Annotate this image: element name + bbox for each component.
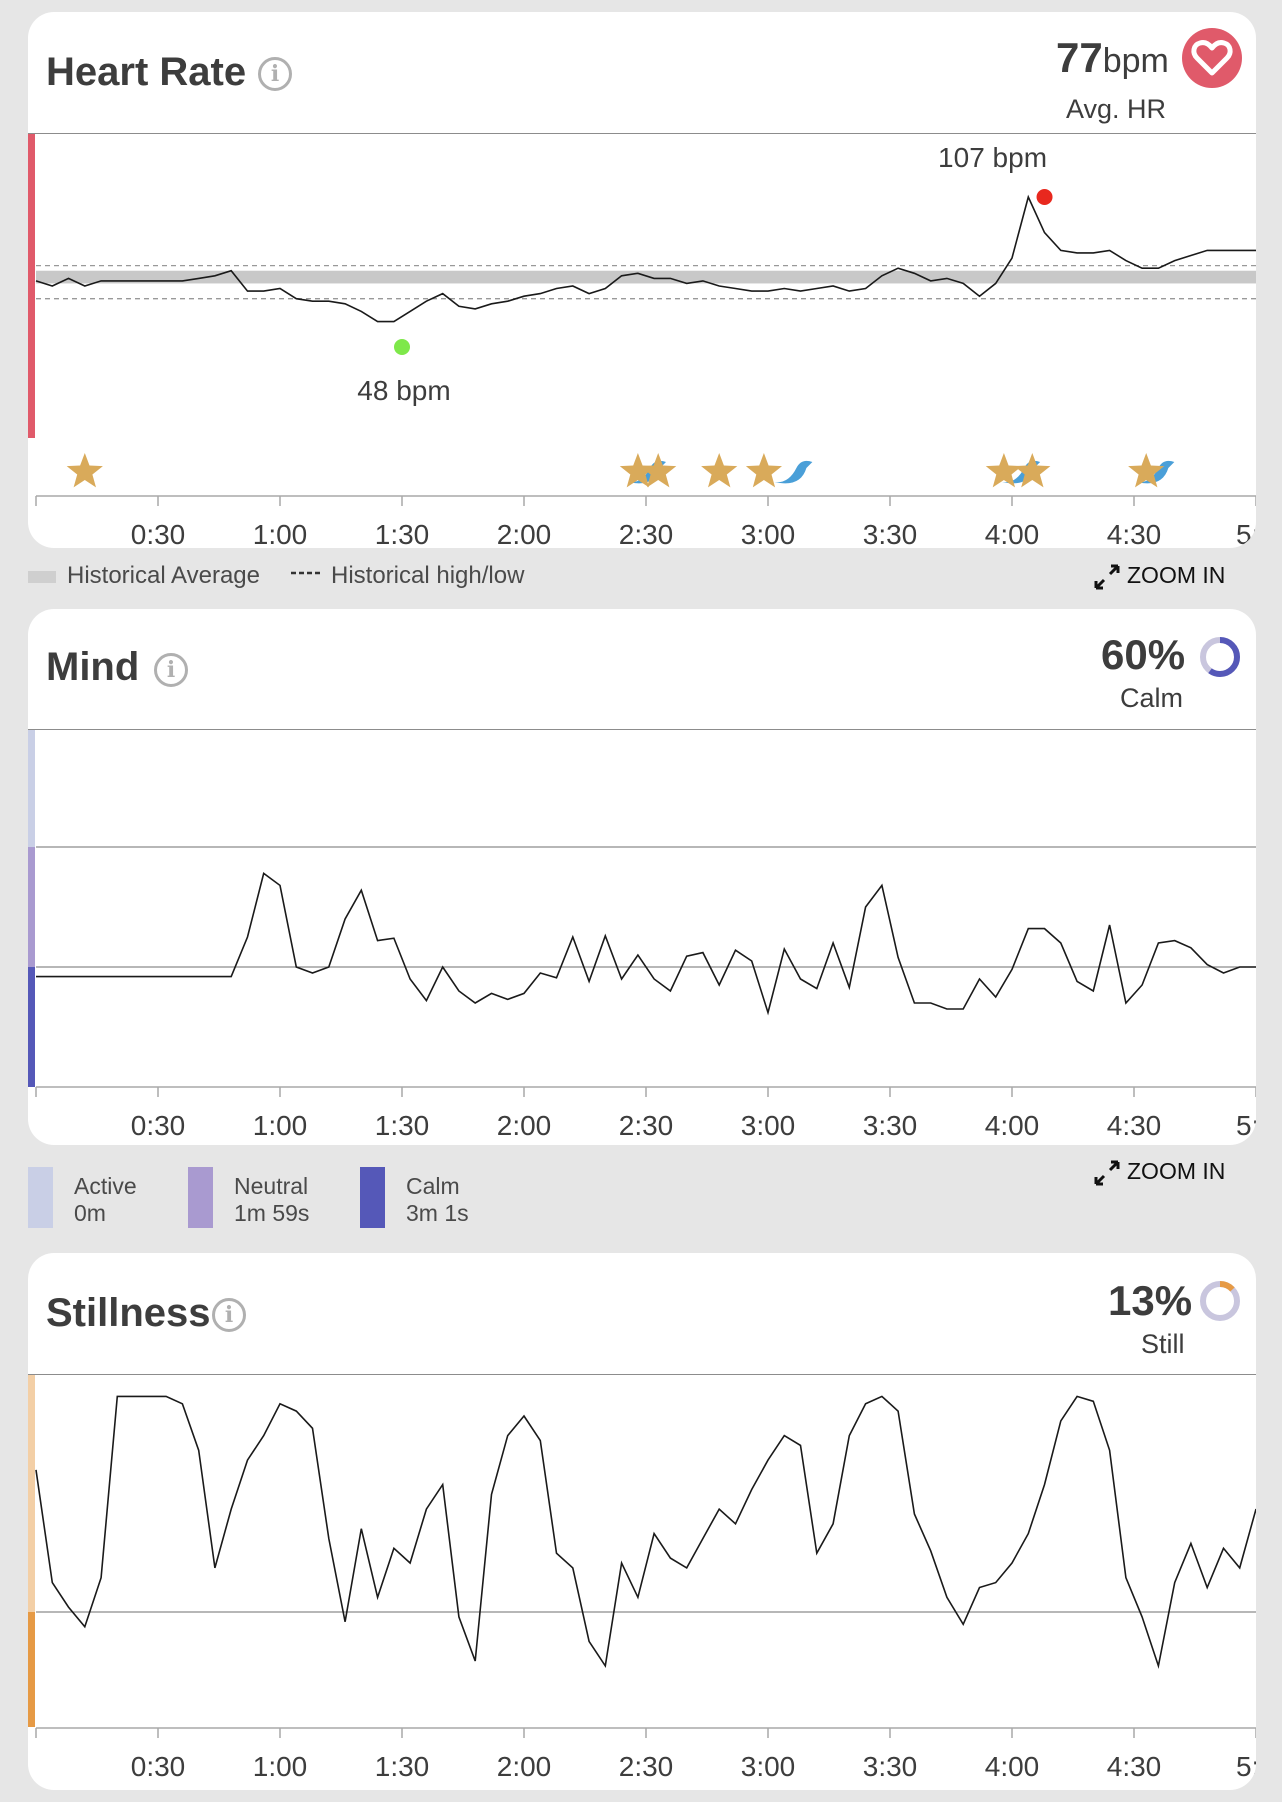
x-tick-label: 0:30 — [131, 1110, 186, 1141]
calm-value: 3m 1s — [406, 1200, 469, 1226]
avg-hr-unit: bpm — [1102, 42, 1169, 80]
zoom-in-button[interactable]: ZOOM IN — [1093, 562, 1225, 591]
expand-icon — [1094, 564, 1120, 590]
x-tick-label: 4:00 — [985, 519, 1040, 548]
neutral-swatch — [188, 1167, 213, 1228]
active-value: 0m — [74, 1200, 106, 1226]
bird-icon — [774, 460, 813, 484]
x-tick-label: 1:30 — [375, 519, 430, 548]
stillness-ring-icon — [1200, 1281, 1240, 1321]
x-tick-label: 2:00 — [497, 1110, 552, 1141]
info-icon[interactable]: i — [258, 57, 292, 91]
x-tick-label: 4:30 — [1107, 519, 1162, 548]
hr-accent-bar — [28, 134, 35, 438]
active-band-bar — [28, 1612, 35, 1727]
mind-title: Mind — [46, 645, 140, 689]
mind-chart: 0:30 1:00 1:30 2:00 2:30 3:00 3:30 4:00 4:30 5:0 — [28, 730, 1256, 1141]
x-tick-label: 0:30 — [131, 519, 186, 548]
avg-hr-number: 77 — [1056, 34, 1103, 81]
x-tick-label: 3:30 — [863, 1110, 918, 1141]
x-tick-label: 1:30 — [375, 1751, 430, 1782]
active-band-bar — [28, 730, 35, 847]
x-tick-label: 1:30 — [375, 1110, 430, 1141]
mind-card: Mind i 60% Calm 0:30 1:00 1:30 2:00 2:30 3:00… — [28, 609, 1256, 1145]
mind-percent: 60% — [1101, 631, 1186, 678]
info-icon[interactable]: i — [154, 653, 188, 687]
x-tick-label: 2:00 — [497, 519, 552, 548]
x-tick-label: 4:30 — [1107, 1751, 1162, 1782]
info-icon[interactable]: i — [212, 1298, 246, 1332]
heart-icon — [1182, 28, 1242, 88]
x-tick-label: 4:30 — [1107, 1110, 1162, 1141]
x-tick-label: 4:00 — [985, 1751, 1040, 1782]
star-icon — [66, 453, 103, 488]
x-tick-label: 3:00 — [741, 1110, 796, 1141]
x-tick-label: 1:00 — [253, 1110, 308, 1141]
zoom-in-button[interactable]: ZOOM IN — [1093, 1158, 1225, 1187]
x-tick-label: 2:00 — [497, 1751, 552, 1782]
historical-average-band — [36, 270, 1256, 284]
active-swatch — [28, 1167, 53, 1228]
historical-high-low-swatch — [291, 571, 321, 575]
stillness-percent: 13% — [1108, 1277, 1193, 1324]
x-tick-label: 0:30 — [131, 1751, 186, 1782]
x-tick-label: 3:00 — [741, 1751, 796, 1782]
expand-icon — [1094, 1160, 1120, 1186]
stillness-card: Stillness i 13% Still 0:30 1:00 1:30 2:00 2:… — [28, 1253, 1256, 1790]
x-tick-label: 2:30 — [619, 519, 674, 548]
heart-rate-line — [35, 194, 1256, 323]
max-hr-marker — [1036, 189, 1053, 205]
stillness-title: Stillness — [46, 1291, 211, 1335]
x-tick-label: 5:0 — [1236, 519, 1256, 548]
stillness-line — [35, 1395, 1256, 1670]
x-tick-label: 5:0 — [1236, 1110, 1256, 1141]
x-tick-label: 3:30 — [863, 1751, 918, 1782]
historical-average-label: Historical Average — [67, 562, 260, 589]
x-tick-label: 1:00 — [253, 1751, 308, 1782]
mind-line — [36, 872, 1256, 1016]
x-tick-label: 2:30 — [619, 1751, 674, 1782]
x-tick-label: 5:0 — [1236, 1751, 1256, 1782]
still-band-bar — [28, 1375, 35, 1612]
calm-band-bar — [28, 967, 35, 1087]
active-legend: Active 0m — [74, 1173, 137, 1227]
neutral-band-bar — [28, 847, 35, 967]
zoom-in-label: ZOOM IN — [1127, 1158, 1226, 1184]
zoom-in-label: ZOOM IN — [1127, 562, 1226, 588]
historical-average-swatch — [28, 571, 56, 583]
x-tick-label: 2:30 — [619, 1110, 674, 1141]
stillness-chart: 0:30 1:00 1:30 2:00 2:30 3:00 3:30 4:00 4:30 5:0 — [28, 1375, 1256, 1782]
calm-label: Calm — [406, 1173, 460, 1199]
historical-high-low-label: Historical high/low — [331, 562, 525, 589]
min-hr-label: 48 bpm — [357, 375, 450, 406]
x-tick-label: 3:30 — [863, 519, 918, 548]
stillness-state: Still — [1141, 1329, 1185, 1359]
max-hr-label: 107 bpm — [938, 142, 1047, 173]
calm-ring-icon — [1200, 637, 1240, 677]
avg-hr-label: Avg. HR — [1066, 94, 1167, 124]
calm-legend: Calm 3m 1s — [406, 1173, 469, 1227]
active-label: Active — [74, 1173, 137, 1199]
neutral-value: 1m 59s — [234, 1200, 310, 1226]
neutral-label: Neutral — [234, 1173, 309, 1199]
min-hr-marker — [394, 339, 410, 355]
heart-rate-card: Heart Rate i 77bpm Avg. HR 107 bpm 48 bpm… — [28, 12, 1256, 548]
x-tick-label: 3:00 — [741, 519, 796, 548]
heart-rate-chart: 107 bpm 48 bpm 0:30 1:00 1:30 2:00 2:30 3:00 3:3… — [28, 134, 1256, 548]
x-tick-label: 1:00 — [253, 519, 308, 548]
neutral-legend: Neutral 1m 59s — [234, 1173, 309, 1227]
mind-state: Calm — [1120, 683, 1184, 713]
calm-swatch — [360, 1167, 385, 1228]
x-tick-label: 4:00 — [985, 1110, 1040, 1141]
heart-rate-title: Heart Rate — [46, 50, 247, 94]
avg-hr-value: 77bpm — [1056, 34, 1169, 82]
star-icon — [701, 453, 738, 488]
